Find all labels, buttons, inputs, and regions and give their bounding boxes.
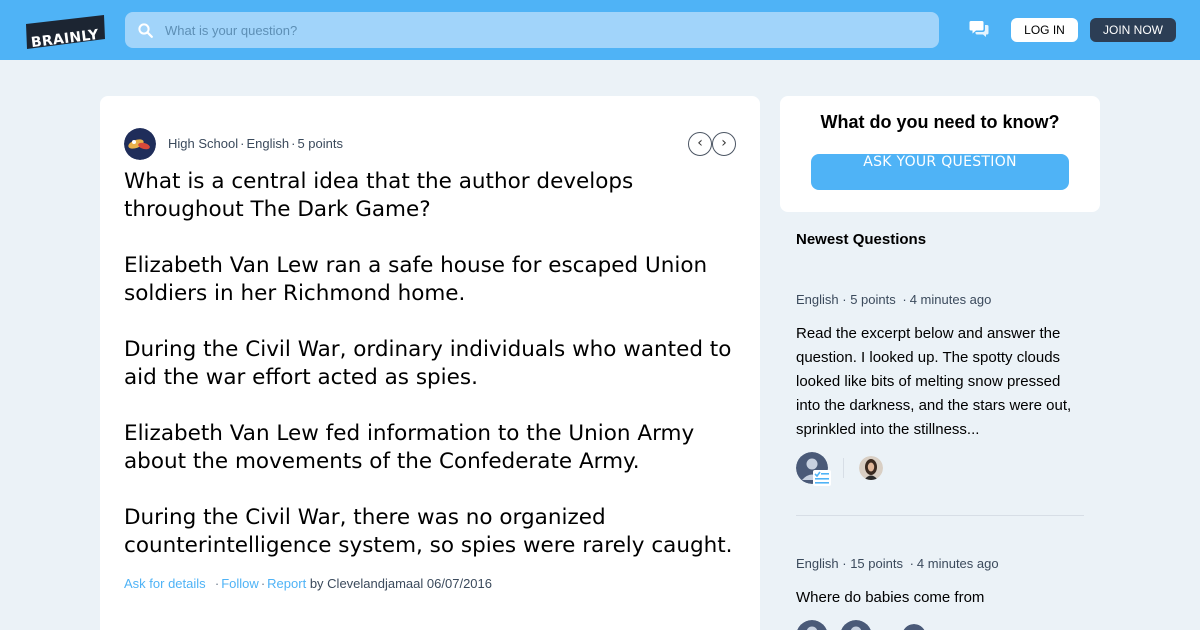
newest-question-item[interactable]: English · 15 points · 4 minutes ago Where… xyxy=(796,556,1084,630)
answerer-avatar[interactable] xyxy=(859,456,883,480)
join-now-button[interactable]: JOIN NOW xyxy=(1090,18,1176,42)
question-actions: Ask for details · Follow · Report by Clevel… xyxy=(124,576,492,591)
asker-avatar[interactable] xyxy=(124,128,156,160)
newest-question-text[interactable]: Read the excerpt below and answer the qu… xyxy=(796,322,1084,442)
newest-questions-heading: Newest Questions xyxy=(796,231,927,248)
search-icon xyxy=(138,23,153,38)
login-button[interactable]: LOG IN xyxy=(1011,18,1078,42)
question-paragraph: During the Civil War, ordinary individua… xyxy=(124,337,732,390)
answerer-avatar[interactable] xyxy=(902,624,926,630)
top-navigation-bar: BRAINLY LOG IN JOIN NOW xyxy=(0,0,1200,60)
answerer-avatars xyxy=(796,452,1084,486)
search-input[interactable] xyxy=(165,12,925,48)
newest-question-meta: English · 5 points · 4 minutes ago xyxy=(796,292,1084,307)
brainly-logo[interactable]: BRAINLY xyxy=(24,14,106,50)
newest-question-time: 4 minutes ago xyxy=(916,556,999,571)
question-points: 5 points xyxy=(297,136,343,151)
by-label: by xyxy=(309,576,324,591)
next-question-button[interactable]: › xyxy=(712,132,736,156)
meta-separator: · xyxy=(838,556,851,571)
ask-card-title: What do you need to know? xyxy=(820,112,1060,132)
newest-question-text[interactable]: Where do babies come from xyxy=(796,586,1084,610)
author-name[interactable]: Clevelandjamaal xyxy=(327,576,423,591)
newest-question-points: 15 points xyxy=(850,556,903,571)
meta-separator: · xyxy=(838,292,851,307)
ask-for-details-link[interactable]: Ask for details xyxy=(124,576,206,591)
newest-question-item[interactable]: English · 5 points · 4 minutes ago Read t… xyxy=(796,292,1084,486)
ask-your-question-button[interactable]: ASK YOUR QUESTION xyxy=(811,154,1069,190)
question-paragraph: What is a central idea that the author d… xyxy=(124,169,634,222)
report-link[interactable]: Report xyxy=(267,576,306,591)
question-paragraph: Elizabeth Van Lew ran a safe house for e… xyxy=(124,253,708,306)
answerer-avatar[interactable] xyxy=(840,620,872,630)
newest-question-meta: English · 15 points · 4 minutes ago xyxy=(796,556,1084,571)
question-paragraph: During the Civil War, there was no organ… xyxy=(124,505,733,558)
answerer-avatars xyxy=(796,620,1084,630)
meta-separator: · xyxy=(905,556,914,571)
answerer-avatar[interactable] xyxy=(796,620,828,630)
question-subject[interactable]: English xyxy=(246,136,289,151)
newest-question-subject[interactable]: English xyxy=(796,292,839,307)
previous-question-button[interactable]: ‹ xyxy=(688,132,712,156)
ask-question-card: What do you need to know? ASK YOUR QUEST… xyxy=(780,96,1100,212)
search-bar[interactable] xyxy=(125,12,939,48)
question-body: What is a central idea that the author d… xyxy=(124,168,744,588)
action-separator: · xyxy=(211,576,220,591)
question-date: 06/07/2016 xyxy=(426,576,492,591)
newest-question-time: 4 minutes ago xyxy=(909,292,992,307)
meta-separator: · xyxy=(240,136,245,151)
question-paragraph: Elizabeth Van Lew fed information to the… xyxy=(124,421,695,474)
meta-separator: · xyxy=(291,136,296,151)
question-meta: High School · English · 5 points xyxy=(168,136,343,154)
action-separator: · xyxy=(260,576,266,591)
question-card: High School · English · 5 points ‹ › What is… xyxy=(100,96,760,630)
newest-question-points: 5 points xyxy=(850,292,896,307)
newest-question-divider xyxy=(796,515,1084,516)
newest-question-subject[interactable]: English xyxy=(796,556,839,571)
meta-separator: · xyxy=(898,292,907,307)
verified-answer-icon xyxy=(813,470,831,486)
follow-link[interactable]: Follow xyxy=(221,576,259,591)
avatar-divider xyxy=(843,458,844,478)
messages-icon[interactable] xyxy=(968,19,990,39)
question-level[interactable]: High School xyxy=(168,136,238,151)
